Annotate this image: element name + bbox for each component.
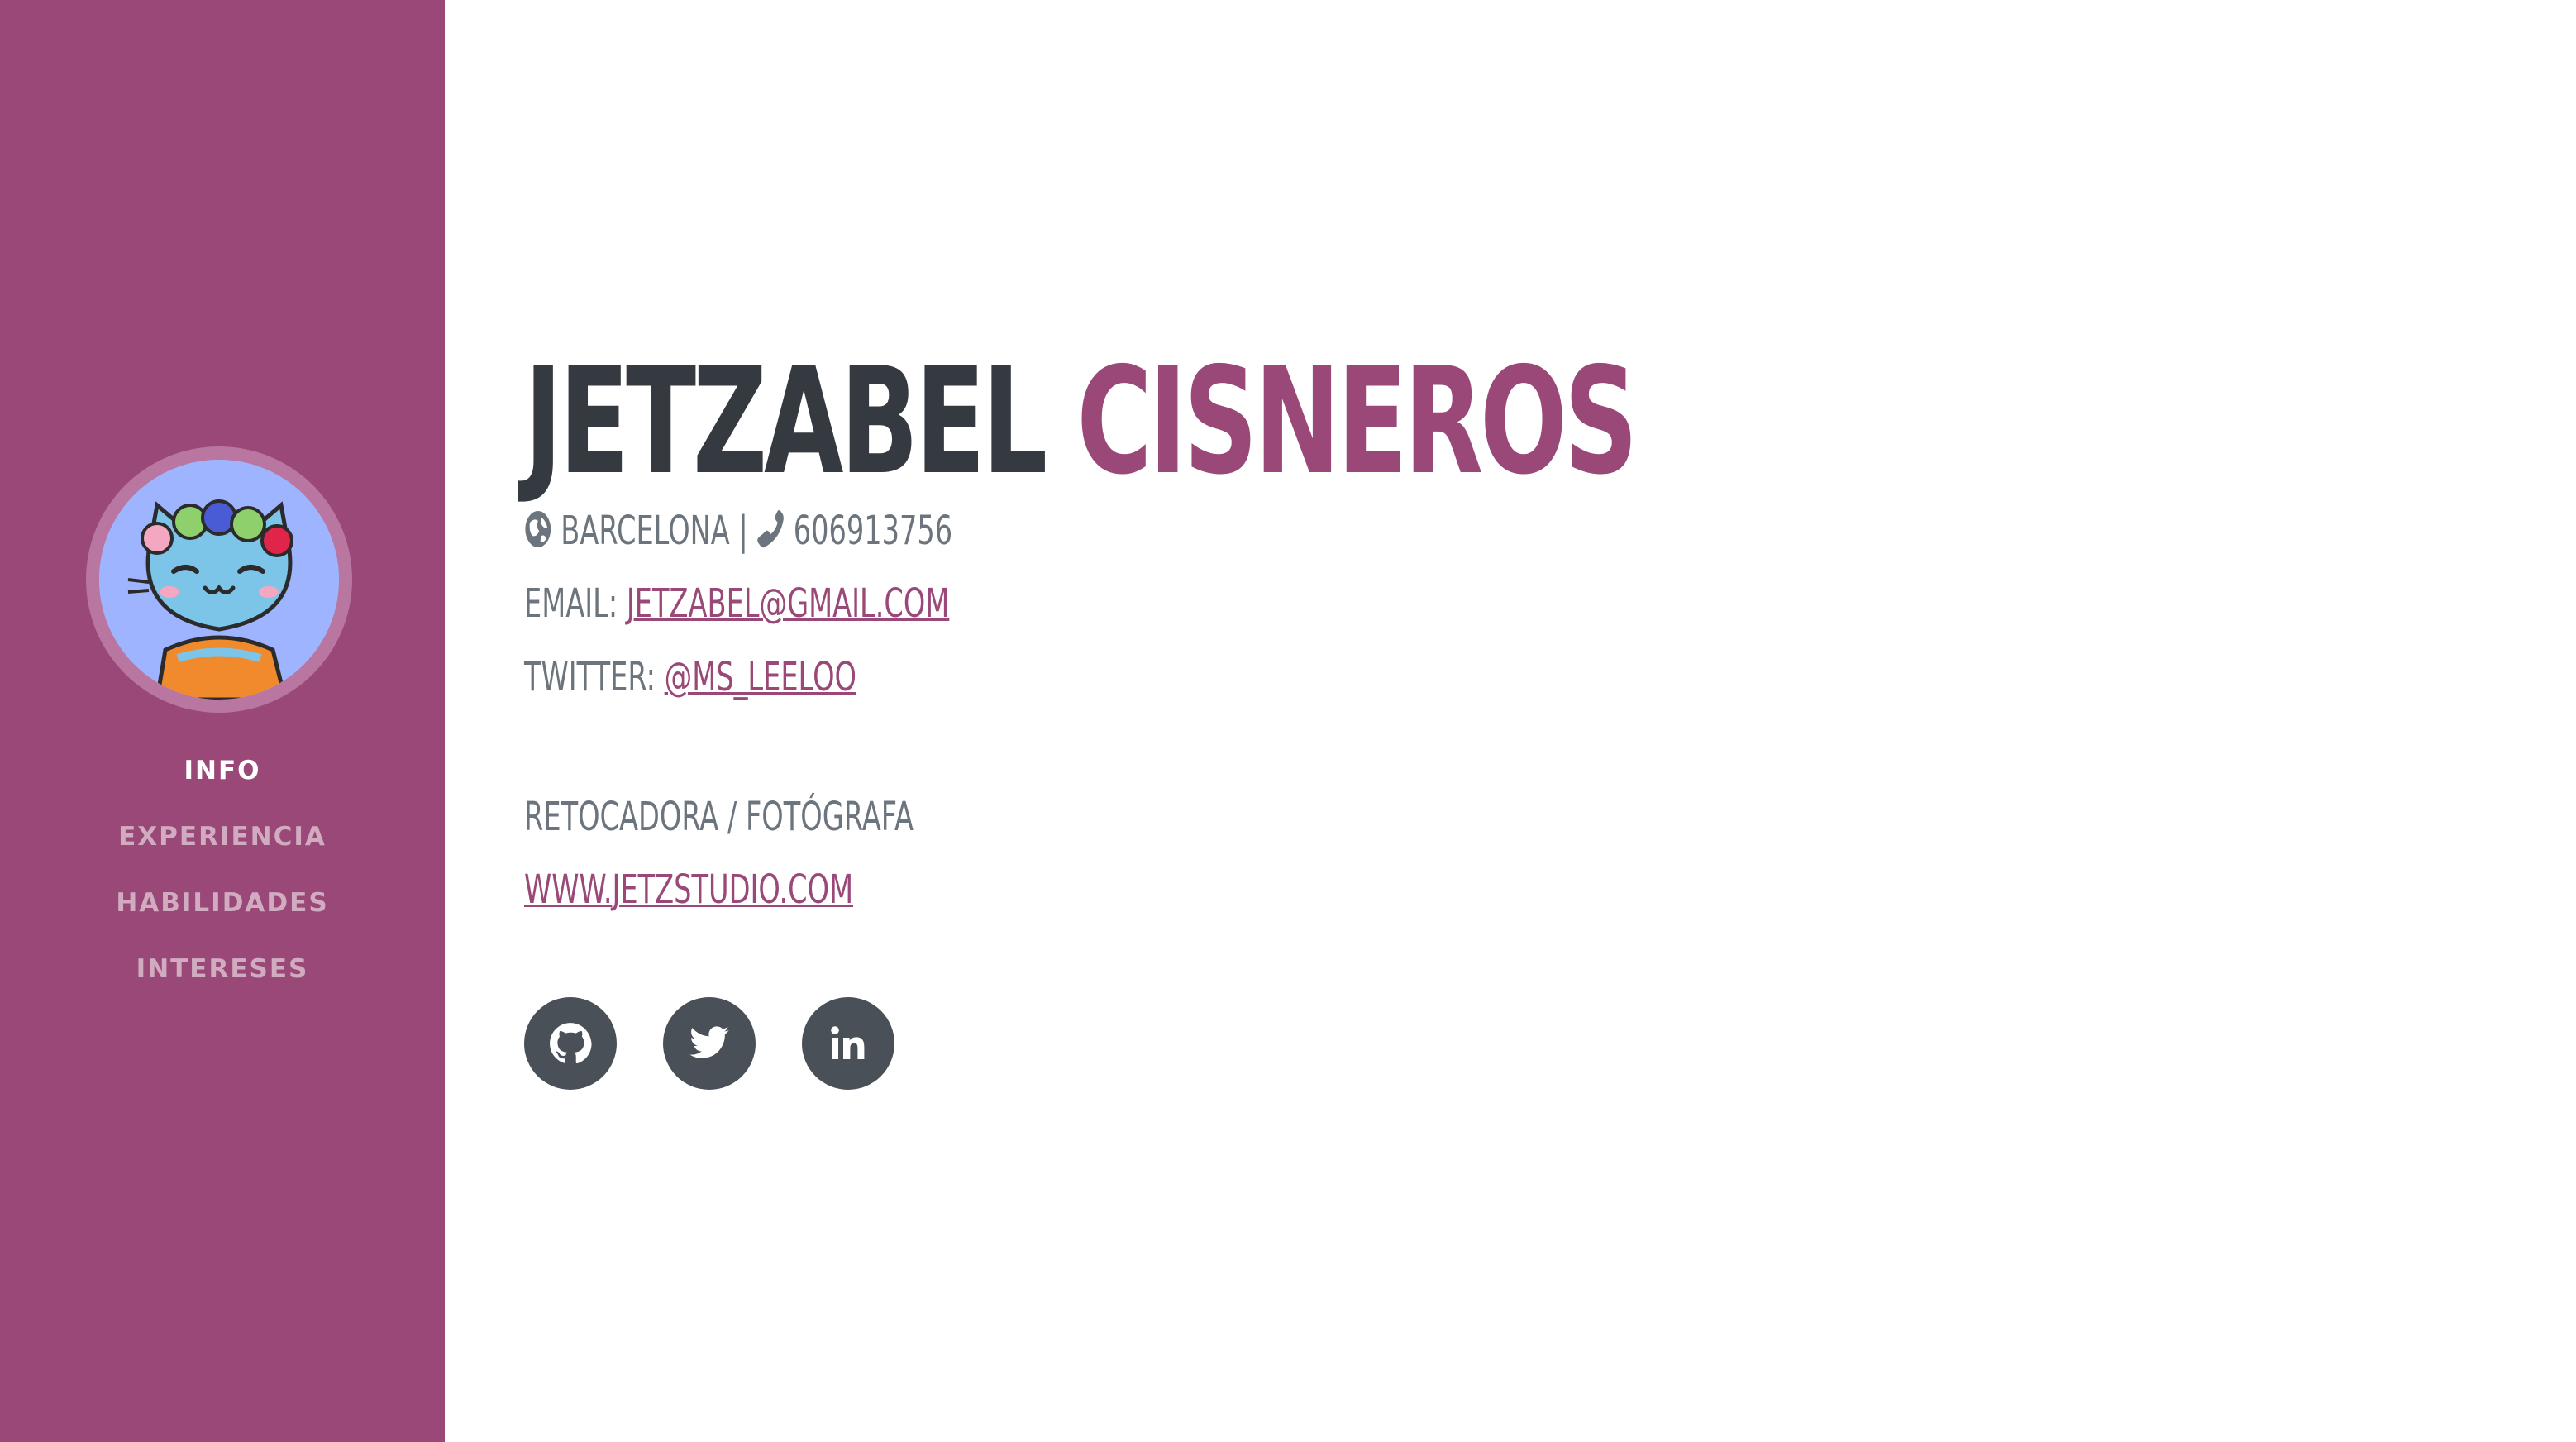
location-text: BARCELONA [561,508,730,554]
nav-item-experiencia[interactable]: EXPERIENCIA [0,815,445,881]
github-button[interactable] [524,997,617,1090]
email-link[interactable]: JETZABEL@GMAIL.COM [627,580,949,627]
last-name: CISNEROS [1076,336,1638,507]
phone-text: 606913756 [793,508,953,554]
cat-avatar-icon [99,460,339,700]
website-link[interactable]: WWW.JETZSTUDIO.COM [524,867,853,913]
twitter-label: TWITTER: [524,654,656,700]
sidebar-nav: INFO EXPERIENCIA HABILIDADES INTERESES [0,749,445,1014]
phone-icon [756,509,785,561]
linkedin-button[interactable] [802,997,894,1090]
email-line: EMAIL: JETZABEL@GMAIL.COM [524,579,949,628]
nav-item-intereses[interactable]: INTERESES [0,948,445,1014]
role-text: RETOCADORA / FOTÓGRAFA [524,794,914,840]
avatar [86,446,352,713]
nav-item-info[interactable]: INFO [0,749,445,815]
avatar-image [99,460,339,700]
email-label: EMAIL: [524,580,618,627]
location-phone-line: BARCELONA | 606913756 [524,506,952,561]
twitter-button[interactable] [663,997,756,1090]
website-line: WWW.JETZSTUDIO.COM [524,865,853,914]
linkedin-icon [831,1026,865,1059]
separator: | [738,508,748,554]
nav-item-habilidades[interactable]: HABILIDADES [0,881,445,948]
twitter-link[interactable]: @MS_LEELOO [665,654,856,700]
sidebar: INFO EXPERIENCIA HABILIDADES INTERESES [0,0,445,1442]
main-content: JETZABEL CISNEROS BARCELONA | 606913756 … [524,0,2508,1442]
github-icon [550,1023,592,1064]
twitter-icon [689,1026,729,1058]
page-title: JETZABEL CISNEROS [524,336,1638,507]
first-name: JETZABEL [524,336,1047,507]
twitter-line: TWITTER: @MS_LEELOO [524,652,856,702]
globe-icon [524,509,552,561]
